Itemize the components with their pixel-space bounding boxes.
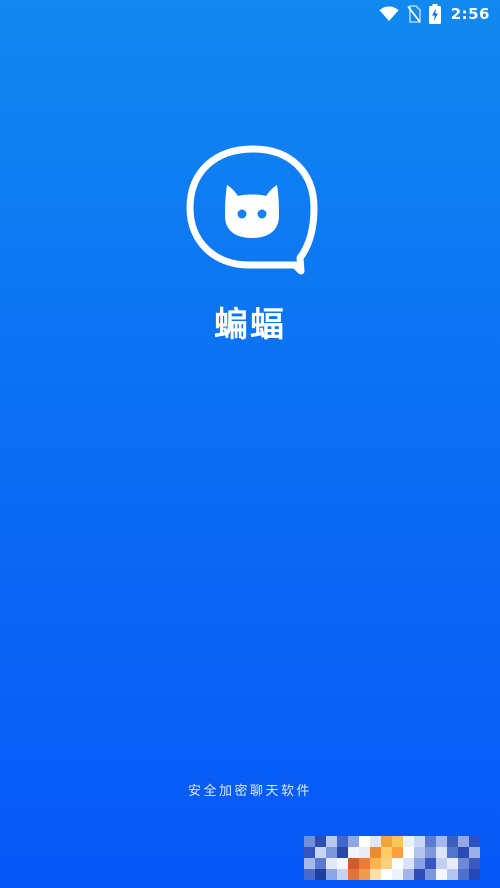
pixel-cell (315, 836, 326, 847)
cat-chat-bubble-logo (183, 142, 323, 277)
pixel-cell (348, 847, 359, 858)
pixel-cell (403, 869, 414, 880)
app-name: 蝙蝠 (214, 305, 286, 345)
pixel-cell (458, 858, 469, 869)
pixel-cell (326, 847, 337, 858)
pixel-cell (381, 836, 392, 847)
splash-screen: 2:56 蝙蝠 安全加密聊天软件 (0, 0, 500, 888)
pixel-cell (392, 858, 403, 869)
pixel-cell (337, 858, 348, 869)
pixel-cell (304, 836, 315, 847)
pixel-cell (381, 869, 392, 880)
pixel-cell (304, 847, 315, 858)
pixel-cell (392, 836, 403, 847)
pixel-cell (359, 869, 370, 880)
pixel-cell (469, 858, 480, 869)
pixel-cell (425, 869, 436, 880)
pixel-cell (315, 869, 326, 880)
pixel-cell (326, 836, 337, 847)
pixel-cell (414, 847, 425, 858)
pixel-cell (425, 847, 436, 858)
pixel-cell (315, 847, 326, 858)
pixel-cell (348, 836, 359, 847)
pixel-cell (447, 869, 458, 880)
pixel-cell (392, 869, 403, 880)
wifi-icon (379, 6, 399, 22)
pixel-cell (337, 847, 348, 858)
pixel-cell (348, 869, 359, 880)
pixel-cell (304, 858, 315, 869)
status-icons: 2:56 (379, 3, 490, 25)
pixel-cell (425, 858, 436, 869)
pixel-cell (370, 847, 381, 858)
status-time: 2:56 (450, 5, 490, 23)
pixel-cell (414, 836, 425, 847)
pixel-cell (337, 836, 348, 847)
pixel-cell (359, 836, 370, 847)
pixel-cell (436, 836, 447, 847)
battery-charging-icon (428, 4, 441, 24)
pixel-cell (348, 858, 359, 869)
pixel-cell (326, 869, 337, 880)
pixelated-image[interactable] (304, 836, 480, 880)
pixel-cell (425, 836, 436, 847)
pixel-cell (458, 869, 469, 880)
pixel-cell (469, 869, 480, 880)
pixel-cell (436, 858, 447, 869)
pixel-cell (315, 858, 326, 869)
pixel-cell (304, 869, 315, 880)
pixel-cell (381, 858, 392, 869)
no-sim-icon (407, 5, 421, 23)
pixel-cell (436, 847, 447, 858)
pixel-cell (359, 858, 370, 869)
app-slogan: 安全加密聊天软件 (187, 784, 312, 799)
pixel-cell (447, 836, 458, 847)
pixel-cell (392, 847, 403, 858)
pixel-cell (370, 836, 381, 847)
pixel-cell (359, 847, 370, 858)
pixel-cell (447, 847, 458, 858)
pixel-cell (403, 858, 414, 869)
pixel-cell (381, 847, 392, 858)
pixel-cell (414, 858, 425, 869)
pixel-cell (403, 847, 414, 858)
pixel-cell (370, 858, 381, 869)
pixel-cell (436, 869, 447, 880)
status-bar: 2:56 (0, 0, 500, 28)
pixel-cell (447, 858, 458, 869)
pixel-cell (370, 869, 381, 880)
pixel-cell (403, 836, 414, 847)
pixel-cell (458, 836, 469, 847)
pixel-cell (469, 847, 480, 858)
pixel-cell (414, 869, 425, 880)
pixel-cell (326, 858, 337, 869)
pixel-cell (469, 836, 480, 847)
pixel-cell (458, 847, 469, 858)
pixel-cell (337, 869, 348, 880)
